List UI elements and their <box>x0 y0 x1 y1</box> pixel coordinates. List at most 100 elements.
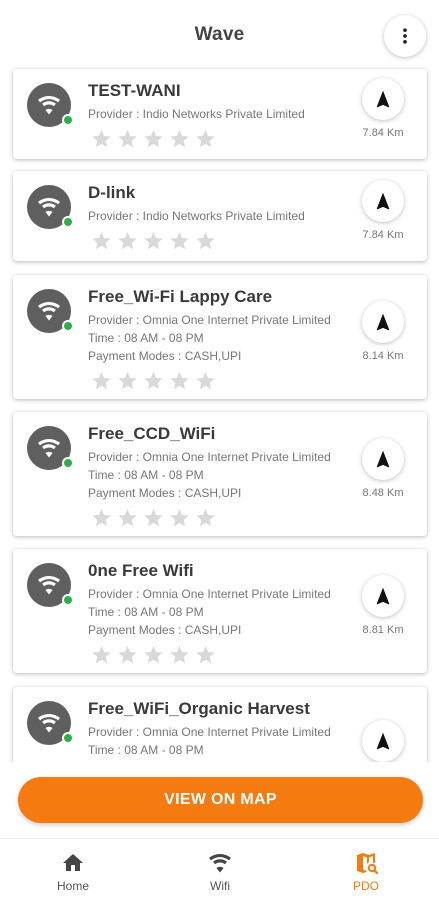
star-icon <box>142 370 165 392</box>
nav-item-pdo[interactable]: PDO <box>311 839 421 900</box>
hotspot-avatar <box>27 83 74 127</box>
star-icon <box>168 507 191 529</box>
hotspot-avatar <box>27 563 74 607</box>
hotspot-distance: 8.81 Km <box>362 624 404 636</box>
nav-label-wifi: Wifi <box>210 879 230 893</box>
view-on-map-button[interactable]: VIEW ON MAP <box>18 777 423 823</box>
rating-stars[interactable] <box>90 128 217 150</box>
hotspot-distance: 8.48 Km <box>362 487 404 499</box>
navigation-arrow-icon <box>373 731 393 751</box>
navigate-button[interactable] <box>362 301 404 343</box>
star-icon <box>168 644 191 666</box>
rating-stars[interactable] <box>90 370 217 392</box>
star-icon <box>194 644 217 666</box>
star-icon <box>142 128 165 150</box>
hotspot-distance: 7.84 Km <box>362 127 404 139</box>
star-icon <box>194 370 217 392</box>
nav-item-wifi[interactable]: Wifi <box>165 839 275 900</box>
star-icon <box>142 230 165 252</box>
page-title: Wave <box>194 24 245 45</box>
star-icon <box>168 128 191 150</box>
wifi-icon <box>37 711 61 735</box>
hotspot-distance: 7.84 Km <box>362 229 404 241</box>
navigate-button[interactable] <box>362 720 404 762</box>
star-icon <box>194 230 217 252</box>
star-icon <box>90 230 113 252</box>
online-status-dot <box>62 216 74 228</box>
hotspot-list[interactable]: TEST-WANI Provider : Indio Networks Priva… <box>0 66 439 762</box>
wifi-icon <box>37 436 61 460</box>
star-icon <box>90 644 113 666</box>
wifi-icon <box>37 573 61 597</box>
wifi-icon <box>208 851 232 875</box>
navigation-arrow-icon <box>373 449 393 469</box>
star-icon <box>116 128 139 150</box>
star-icon <box>90 507 113 529</box>
online-status-dot <box>62 320 74 332</box>
star-icon <box>116 644 139 666</box>
navigation-arrow-icon <box>373 312 393 332</box>
hotspot-provider: Provider : Omnia One Internet Private Li… <box>88 450 331 464</box>
hotspot-distance: 8.14 Km <box>362 350 404 362</box>
hotspot-name: D-link <box>88 183 136 202</box>
navigate-button[interactable] <box>362 438 404 480</box>
hotspot-time: Time : 08 AM - 08 PM <box>88 468 204 482</box>
hotspot-payment: Payment Modes : CASH,UPI <box>88 623 242 637</box>
more-options-button[interactable] <box>384 15 426 57</box>
hotspot-name: TEST-WANI <box>88 81 181 100</box>
hotspot-provider: Provider : Indio Networks Private Limite… <box>88 209 305 223</box>
hotspot-name: Free_Wi-Fi Lappy Care <box>88 287 273 306</box>
wifi-icon <box>37 93 61 117</box>
hotspot-provider: Provider : Omnia One Internet Private Li… <box>88 725 331 739</box>
star-icon <box>90 370 113 392</box>
star-icon <box>116 230 139 252</box>
hotspot-card[interactable]: TEST-WANI Provider : Indio Networks Priva… <box>13 69 427 159</box>
hotspot-card[interactable]: Free_WiFi_Organic Harvest Provider : Omni… <box>13 687 427 762</box>
map-search-icon <box>357 853 378 875</box>
rating-stars[interactable] <box>90 230 217 252</box>
hotspot-time: Time : 08 AM - 08 PM <box>88 331 204 345</box>
more-vertical-icon <box>403 28 407 44</box>
star-icon <box>116 507 139 529</box>
hotspot-card[interactable]: D-link Provider : Indio Networks Private … <box>13 171 427 261</box>
hotspot-time: Time : 08 AM - 08 PM <box>88 743 204 757</box>
navigate-button[interactable] <box>362 180 404 222</box>
hotspot-avatar <box>27 185 74 229</box>
nav-item-home[interactable]: Home <box>18 839 128 900</box>
star-icon <box>142 507 165 529</box>
wifi-icon <box>37 299 61 323</box>
online-status-dot <box>62 457 74 469</box>
navigation-arrow-icon <box>373 191 393 211</box>
online-status-dot <box>62 594 74 606</box>
star-icon <box>116 370 139 392</box>
hotspot-payment: Payment Modes : CASH,UPI <box>88 349 242 363</box>
wifi-icon <box>37 195 61 219</box>
navigate-button[interactable] <box>362 575 404 617</box>
app-header: Wave <box>0 0 439 66</box>
star-icon <box>194 507 217 529</box>
hotspot-provider: Provider : Indio Networks Private Limite… <box>88 107 305 121</box>
nav-label-pdo: PDO <box>352 879 379 893</box>
hotspot-provider: Provider : Omnia One Internet Private Li… <box>88 587 331 601</box>
hotspot-time: Time : 08 AM - 08 PM <box>88 605 204 619</box>
star-icon <box>168 370 191 392</box>
nav-label-home: Home <box>56 879 89 893</box>
hotspot-provider: Provider : Omnia One Internet Private Li… <box>88 313 331 327</box>
star-icon <box>90 128 113 150</box>
bottom-navigation: Home Wifi PDO <box>0 838 439 900</box>
rating-stars[interactable] <box>90 644 217 666</box>
star-icon <box>194 128 217 150</box>
hotspot-name: Free_WiFi_Organic Harvest <box>88 699 310 718</box>
hotspot-payment: Payment Modes : CASH,UPI <box>88 486 242 500</box>
hotspot-card[interactable]: 0ne Free Wifi Provider : Omnia One Intern… <box>13 549 427 673</box>
hotspot-card[interactable]: Free_Wi-Fi Lappy Care Provider : Omnia On… <box>13 275 427 399</box>
hotspot-name: Free_CCD_WiFi <box>88 424 216 443</box>
hotspot-name: 0ne Free Wifi <box>88 561 194 580</box>
hotspot-card[interactable]: Free_CCD_WiFi Provider : Omnia One Intern… <box>13 412 427 536</box>
rating-stars[interactable] <box>90 507 217 529</box>
hotspot-avatar <box>27 426 74 470</box>
online-status-dot <box>62 732 74 744</box>
navigate-button[interactable] <box>362 78 404 120</box>
star-icon <box>168 230 191 252</box>
online-status-dot <box>62 114 74 126</box>
